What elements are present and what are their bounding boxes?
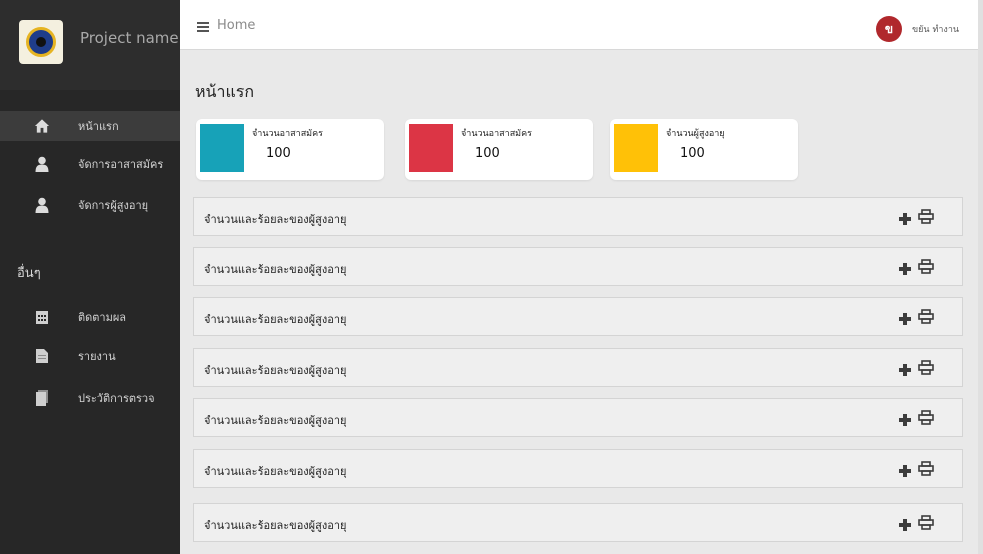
stat-label: จำนวนอาสาสมัคร <box>461 129 532 139</box>
print-icon[interactable] <box>918 410 934 429</box>
breadcrumb[interactable]: Home <box>217 18 255 33</box>
panel-actions <box>898 410 934 429</box>
panel-title: จำนวนและร้อยละของผู้สูงอายุ <box>204 465 347 478</box>
avatar[interactable]: ข <box>876 16 902 42</box>
sidebar-item-label: รายงาน <box>78 350 116 363</box>
sidebar-item-report[interactable]: รายงาน <box>0 341 180 371</box>
stat-color-block <box>409 124 453 172</box>
project-name[interactable]: Project name <box>80 29 179 47</box>
sidebar-header: Project name <box>0 0 180 90</box>
stat-color-block <box>200 124 244 172</box>
panel-actions <box>898 259 934 278</box>
panel-title: จำนวนและร้อยละของผู้สูงอายุ <box>204 519 347 532</box>
panel-title: จำนวนและร้อยละของผู้สูงอายุ <box>204 364 347 377</box>
panel-title: จำนวนและร้อยละของผู้สูงอายุ <box>204 313 347 326</box>
panel-elderly-stats[interactable]: จำนวนและร้อยละของผู้สูงอายุ <box>193 297 963 336</box>
stat-value: 100 <box>680 146 705 161</box>
sidebar-item-label: จัดการผู้สูงอายุ <box>78 199 149 212</box>
sidebar: Project name หน้าแรก จัดการอาสาสมัคร จัด… <box>0 0 180 554</box>
print-icon[interactable] <box>918 515 934 534</box>
panel-actions <box>898 309 934 328</box>
plus-icon[interactable] <box>898 413 912 427</box>
logo[interactable] <box>19 20 63 64</box>
panel-actions <box>898 515 934 534</box>
sidebar-item-volunteers[interactable]: จัดการอาสาสมัคร <box>0 149 180 179</box>
file-copy-icon <box>34 390 50 406</box>
sidebar-item-elderly[interactable]: จัดการผู้สูงอายุ <box>0 190 180 220</box>
sidebar-item-label: หน้าแรก <box>78 120 119 133</box>
user-icon <box>34 156 50 172</box>
plus-icon[interactable] <box>898 518 912 532</box>
plus-icon[interactable] <box>898 212 912 226</box>
panel-title: จำนวนและร้อยละของผู้สูงอายุ <box>204 414 347 427</box>
panel-elderly-stats[interactable]: จำนวนและร้อยละของผู้สูงอายุ <box>193 197 963 236</box>
stat-label: จำนวนอาสาสมัคร <box>252 129 323 139</box>
user-name[interactable]: ขยัน ทำงาน <box>912 22 959 36</box>
panel-actions <box>898 461 934 480</box>
sidebar-item-home[interactable]: หน้าแรก <box>0 111 180 141</box>
stat-value: 100 <box>475 146 500 161</box>
sidebar-item-label: ประวัติการตรวจ <box>78 392 155 405</box>
document-icon <box>34 348 50 364</box>
panel-title: จำนวนและร้อยละของผู้สูงอายุ <box>204 263 347 276</box>
sidebar-item-label: จัดการอาสาสมัคร <box>78 158 164 171</box>
sidebar-item-label: ติดตามผล <box>78 311 127 324</box>
stat-value: 100 <box>266 146 291 161</box>
panel-actions <box>898 360 934 379</box>
print-icon[interactable] <box>918 209 934 228</box>
plus-icon[interactable] <box>898 312 912 326</box>
topbar: Home ข ขยัน ทำงาน <box>180 6 978 50</box>
plus-icon[interactable] <box>898 363 912 377</box>
panel-title: จำนวนและร้อยละของผู้สูงอายุ <box>204 213 347 226</box>
sidebar-item-followup[interactable]: ติดตามผล <box>0 302 180 332</box>
page-title: หน้าแรก <box>195 82 255 101</box>
menu-icon[interactable] <box>197 22 209 34</box>
panel-actions <box>898 209 934 228</box>
sidebar-section-other: อื่นๆ <box>17 266 41 281</box>
print-icon[interactable] <box>918 309 934 328</box>
stat-card-elderly: จำนวนผู้สูงอายุ 100 <box>610 119 798 180</box>
plus-icon[interactable] <box>898 262 912 276</box>
panel-elderly-stats[interactable]: จำนวนและร้อยละของผู้สูงอายุ <box>193 449 963 488</box>
panel-elderly-stats[interactable]: จำนวนและร้อยละของผู้สูงอายุ <box>193 247 963 286</box>
panel-elderly-stats[interactable]: จำนวนและร้อยละของผู้สูงอายุ <box>193 348 963 387</box>
panel-elderly-stats[interactable]: จำนวนและร้อยละของผู้สูงอายุ <box>193 398 963 437</box>
print-icon[interactable] <box>918 360 934 379</box>
scrollbar[interactable] <box>978 0 983 554</box>
panel-elderly-stats[interactable]: จำนวนและร้อยละของผู้สูงอายุ <box>193 503 963 542</box>
logo-center <box>36 37 46 47</box>
user-icon <box>34 197 50 213</box>
stat-card-volunteers: จำนวนอาสาสมัคร 100 <box>196 119 384 180</box>
print-icon[interactable] <box>918 259 934 278</box>
print-icon[interactable] <box>918 461 934 480</box>
calendar-icon <box>34 309 50 325</box>
stat-label: จำนวนผู้สูงอายุ <box>666 129 725 139</box>
sidebar-item-history[interactable]: ประวัติการตรวจ <box>0 383 180 413</box>
stat-color-block <box>614 124 658 172</box>
stat-card-volunteers-2: จำนวนอาสาสมัคร 100 <box>405 119 593 180</box>
plus-icon[interactable] <box>898 464 912 478</box>
home-icon <box>34 118 50 134</box>
